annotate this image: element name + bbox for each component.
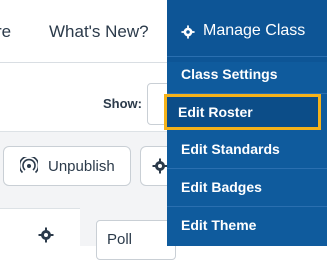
show-label: Show: [103, 96, 142, 111]
unpublish-label: Unpublish [48, 158, 115, 175]
menu-item-label: Class Settings [181, 66, 278, 82]
poll-label: Poll [107, 231, 133, 248]
manage-class-button[interactable]: Manage Class [167, 0, 327, 62]
menu-item-label: Edit Badges [181, 179, 262, 195]
manage-class-title: Manage Class [203, 22, 306, 39]
menu-item-label: Edit Roster [178, 104, 253, 120]
nav-item-whats-new[interactable]: What's New? [49, 22, 149, 42]
menu-item-label: Edit Theme [181, 217, 257, 233]
menu-item-edit-standards[interactable]: Edit Standards [167, 131, 327, 167]
poll-card[interactable]: Poll [96, 220, 176, 260]
menu-item-edit-badges[interactable]: Edit Badges [167, 169, 327, 205]
gear-icon[interactable] [38, 227, 54, 243]
menu-item-label: Edit Standards [181, 141, 280, 157]
nav-item-partial[interactable]: re [0, 22, 11, 42]
unpublish-button[interactable]: Unpublish [3, 146, 131, 186]
menu-item-edit-roster[interactable]: Edit Roster [164, 94, 321, 130]
gear-icon [152, 158, 168, 174]
gear-icon [181, 25, 195, 39]
menu-item-class-settings[interactable]: Class Settings [167, 56, 327, 92]
broadcast-icon [20, 157, 38, 174]
menu-item-edit-theme[interactable]: Edit Theme [167, 207, 327, 243]
